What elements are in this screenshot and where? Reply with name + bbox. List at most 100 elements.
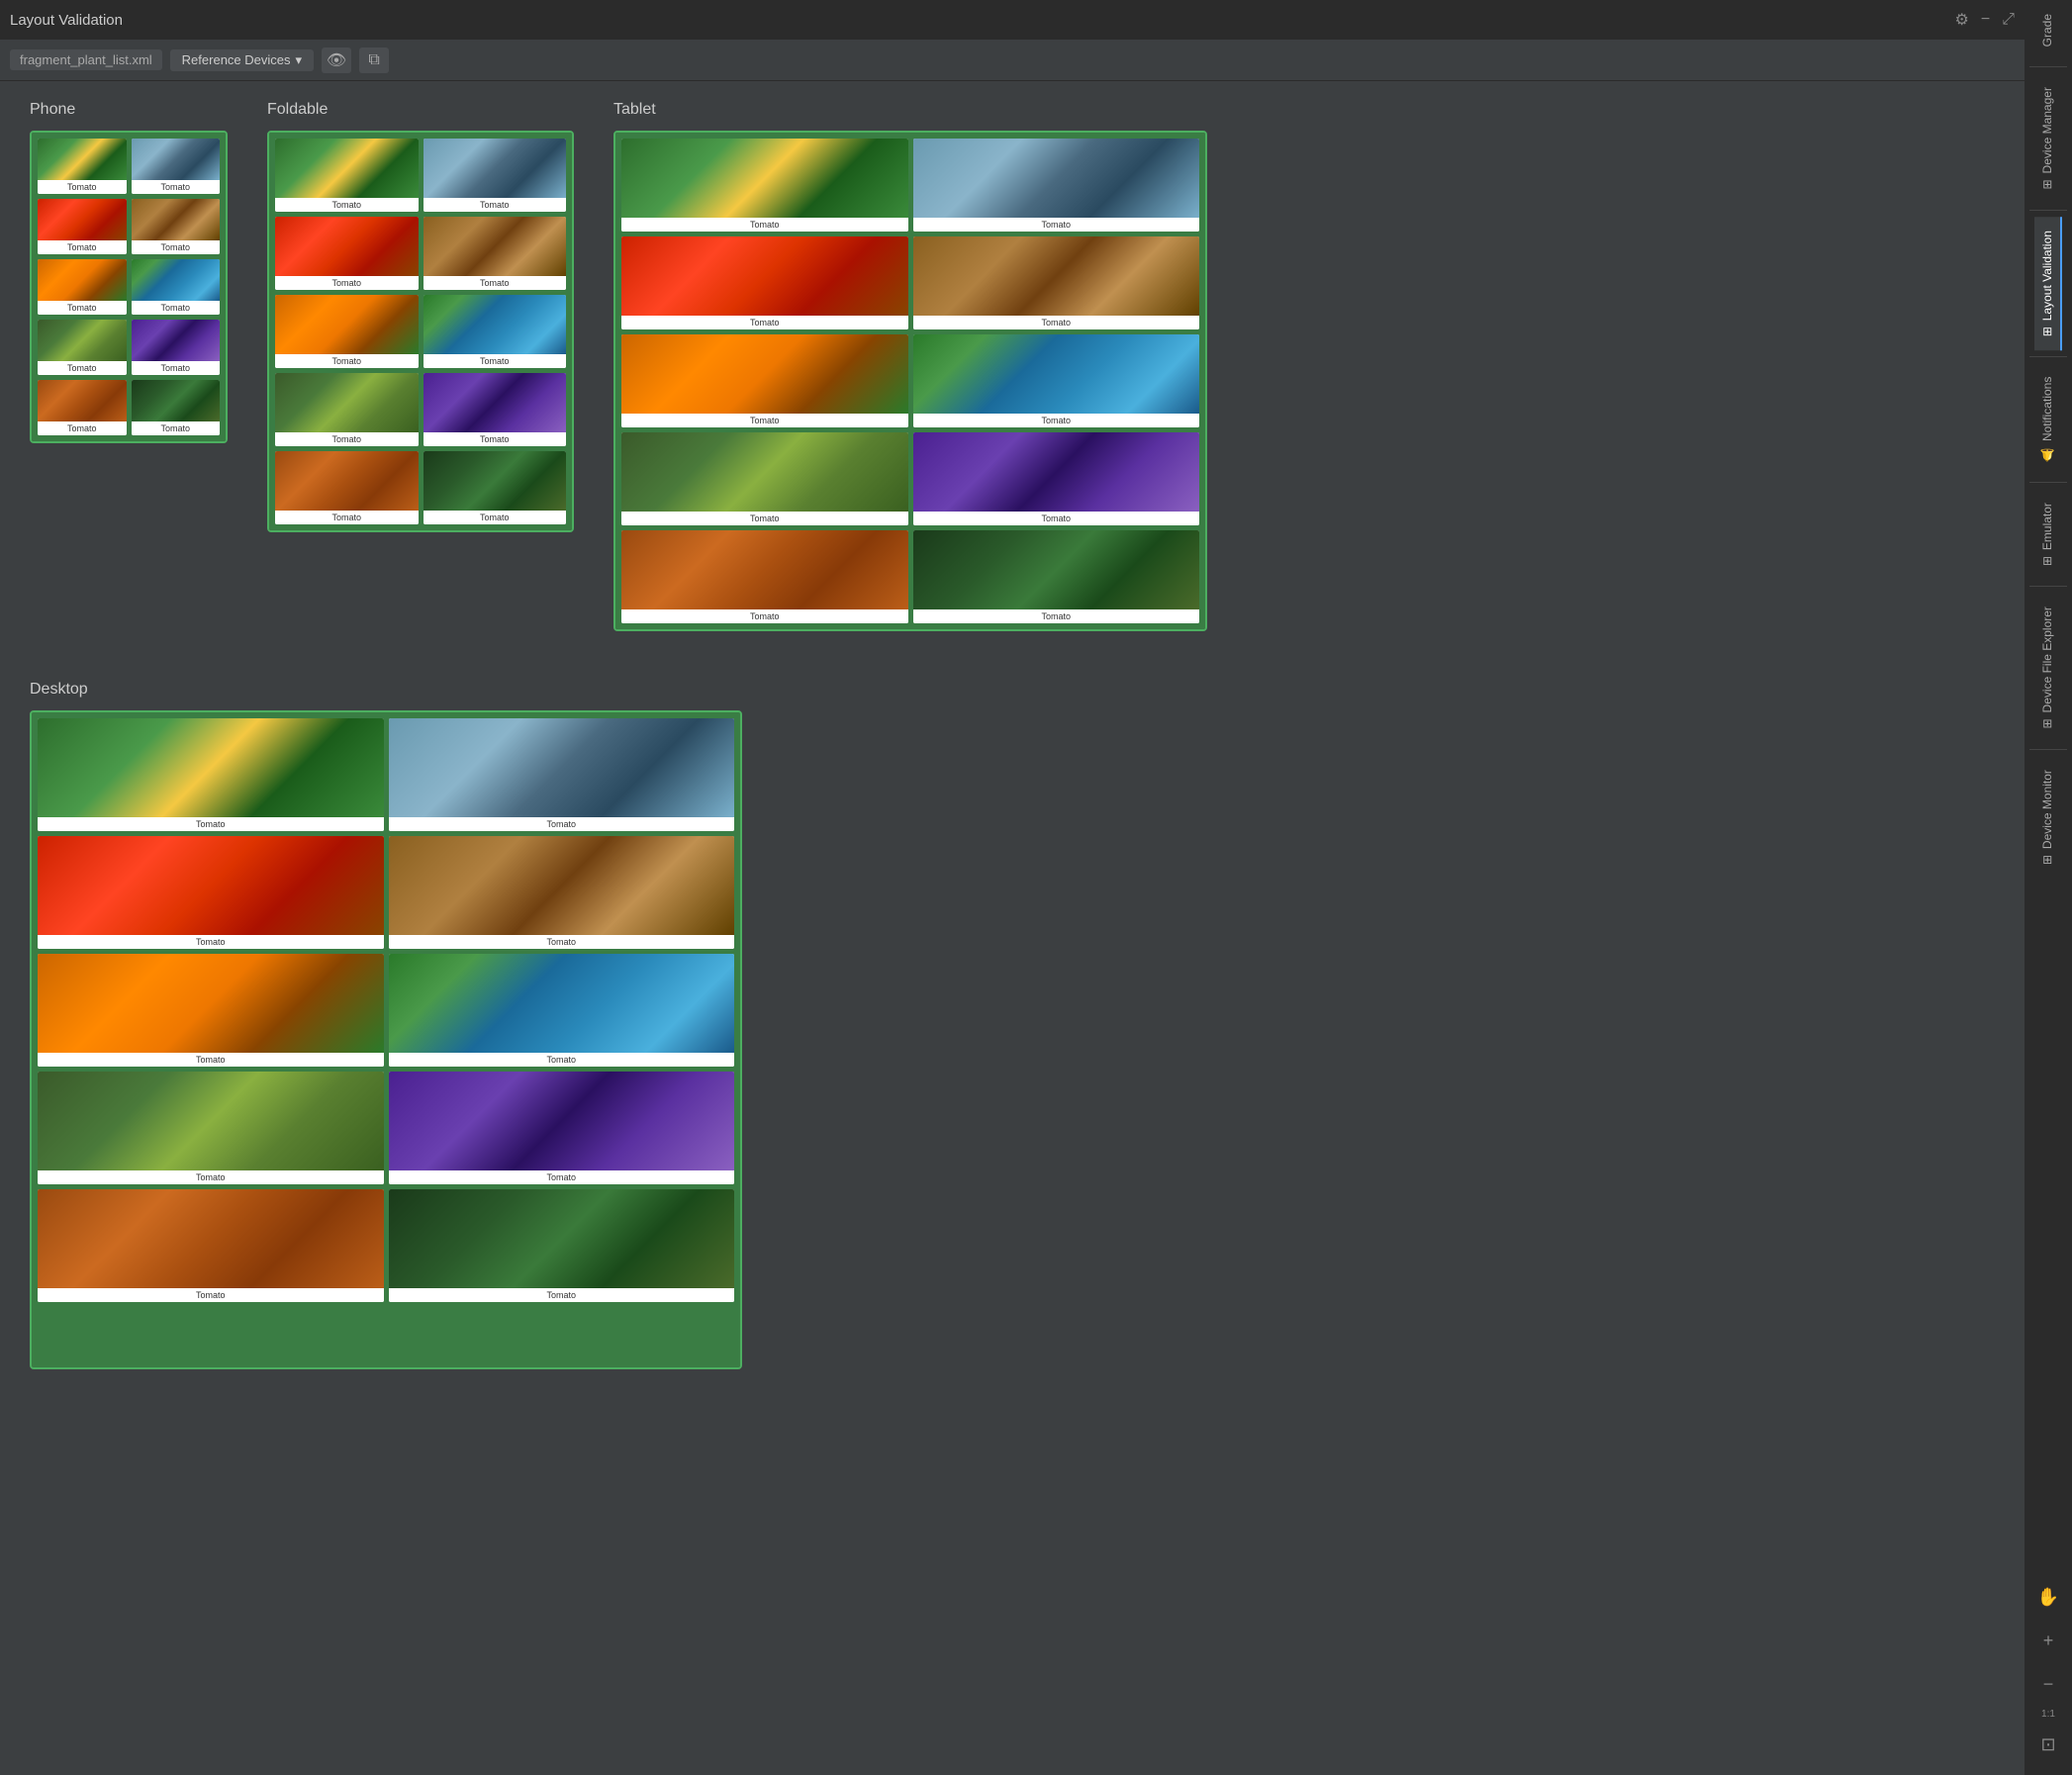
toolbar: fragment_plant_list.xml Reference Device…	[0, 40, 2025, 81]
telescope-image	[132, 139, 221, 180]
list-item: Tomato	[38, 836, 384, 949]
minimize-icon[interactable]: −	[1981, 11, 1990, 29]
list-item: Tomato	[424, 373, 567, 446]
foldable-frame: Tomato Tomato Tomato Tomato	[267, 131, 574, 532]
desert-image	[275, 451, 419, 511]
list-item: Tomato	[38, 320, 127, 375]
desert-image	[38, 1189, 384, 1288]
plant-name: Tomato	[275, 276, 419, 290]
plant-name: Tomato	[913, 316, 1200, 329]
dropdown-chevron-icon: ▾	[296, 52, 303, 68]
list-item: Tomato	[38, 1072, 384, 1184]
butterfly-image	[38, 139, 127, 180]
tablet-section: Tablet Tomato Tomato Tomato	[613, 101, 1207, 631]
device-manager-label: Device Manager	[2040, 87, 2054, 173]
list-item: Tomato	[38, 954, 384, 1067]
desktop-grid: Tomato Tomato Tomato Tomato	[32, 712, 740, 1308]
list-item: Tomato	[132, 199, 221, 254]
reference-devices-dropdown[interactable]: Reference Devices ▾	[170, 49, 314, 71]
plant-name: Tomato	[621, 609, 908, 623]
plant-name: Tomato	[132, 301, 221, 315]
list-item: Tomato	[38, 1189, 384, 1302]
file-label[interactable]: fragment_plant_list.xml	[10, 49, 162, 70]
list-item: Tomato	[621, 530, 908, 623]
list-item: Tomato	[621, 334, 908, 427]
plant-name: Tomato	[132, 421, 221, 435]
orange-flower-image	[38, 259, 127, 301]
forest-image	[913, 530, 1200, 609]
plant-name: Tomato	[275, 511, 419, 524]
sidebar-tab-device-manager[interactable]: ⊞ Device Manager	[2034, 73, 2062, 203]
fit-button[interactable]: ⊡	[2030, 1727, 2066, 1762]
sidebar-tab-device-monitor[interactable]: ⊞ Device Monitor	[2034, 756, 2062, 879]
list-item: Tomato	[913, 236, 1200, 329]
brown-blur-image	[389, 836, 735, 935]
plant-name: Tomato	[389, 935, 735, 949]
sidebar-divider	[2029, 66, 2067, 67]
sidebar-tab-notifications[interactable]: 🔔 Notifications	[2034, 363, 2062, 476]
plant-name: Tomato	[389, 1170, 735, 1184]
list-item: Tomato	[38, 380, 127, 435]
sidebar-tab-device-file-explorer[interactable]: ⊞ Device File Explorer	[2034, 593, 2062, 742]
notifications-label: Notifications	[2040, 377, 2054, 441]
devices-row-1: Phone Tomato Tomato Tomato	[30, 101, 1995, 631]
vineyard-image	[621, 432, 908, 512]
plant-name: Tomato	[132, 361, 221, 375]
list-item: Tomato	[38, 259, 127, 315]
copy-button[interactable]: ⧉	[359, 47, 389, 73]
forest-image	[132, 380, 221, 421]
list-item: Tomato	[913, 432, 1200, 525]
sidebar-tab-grade[interactable]: Grade	[2034, 0, 2062, 60]
device-monitor-icon: ⊞	[2040, 855, 2054, 865]
settings-icon[interactable]: ⚙	[1955, 10, 1969, 30]
list-item: Tomato	[275, 373, 419, 446]
purple-sky-image	[424, 373, 567, 432]
hand-tool[interactable]: ✋	[2030, 1579, 2066, 1615]
sidebar-divider-5	[2029, 586, 2067, 587]
plant-name: Tomato	[621, 316, 908, 329]
tablet-label: Tablet	[613, 101, 1207, 119]
plant-name: Tomato	[132, 180, 221, 194]
phone-section: Phone Tomato Tomato Tomato	[30, 101, 228, 631]
notifications-icon: 🔔	[2040, 447, 2054, 462]
eye-button[interactable]: 👁	[322, 47, 351, 73]
plant-name: Tomato	[389, 817, 735, 831]
plant-name: Tomato	[38, 180, 127, 194]
sidebar-tab-layout-validation[interactable]: ⊞ Layout Validation	[2034, 217, 2062, 350]
list-item: Tomato	[424, 295, 567, 368]
plant-name: Tomato	[38, 935, 384, 949]
plant-name: Tomato	[38, 301, 127, 315]
list-item: Tomato	[424, 217, 567, 290]
foldable-grid: Tomato Tomato Tomato Tomato	[269, 133, 572, 530]
sidebar-divider-2	[2029, 210, 2067, 211]
vineyard-image	[38, 320, 127, 361]
device-manager-icon: ⊞	[2040, 180, 2054, 190]
expand-icon[interactable]: ⤢	[2002, 11, 2015, 29]
plant-name: Tomato	[621, 218, 908, 232]
plant-name: Tomato	[38, 361, 127, 375]
plant-name: Tomato	[38, 240, 127, 254]
sidebar-tab-emulator[interactable]: ⊞ Emulator	[2034, 489, 2062, 580]
list-item: Tomato	[913, 334, 1200, 427]
plant-name: Tomato	[275, 198, 419, 212]
phone-frame: Tomato Tomato Tomato Tomato	[30, 131, 228, 443]
list-item: Tomato	[389, 1072, 735, 1184]
plant-name: Tomato	[38, 1053, 384, 1067]
emulator-label: Emulator	[2040, 503, 2054, 550]
list-item: Tomato	[621, 432, 908, 525]
list-item: Tomato	[424, 139, 567, 212]
sidebar-divider-4	[2029, 482, 2067, 483]
zoom-out-button[interactable]: −	[2030, 1666, 2066, 1702]
list-item: Tomato	[913, 139, 1200, 232]
zoom-in-button[interactable]: +	[2030, 1623, 2066, 1658]
list-item: Tomato	[275, 217, 419, 290]
titlebar: Layout Validation ⚙ − ⤢	[0, 0, 2025, 40]
device-monitor-label: Device Monitor	[2040, 770, 2054, 849]
purple-sky-image	[913, 432, 1200, 512]
desert-image	[38, 380, 127, 421]
ocean-image	[424, 295, 567, 354]
phone-label: Phone	[30, 101, 228, 119]
plant-name: Tomato	[424, 276, 567, 290]
devices-row-2: Desktop Tomato Tomato Tomato	[30, 681, 1995, 1369]
desktop-section: Desktop Tomato Tomato Tomato	[30, 681, 742, 1369]
